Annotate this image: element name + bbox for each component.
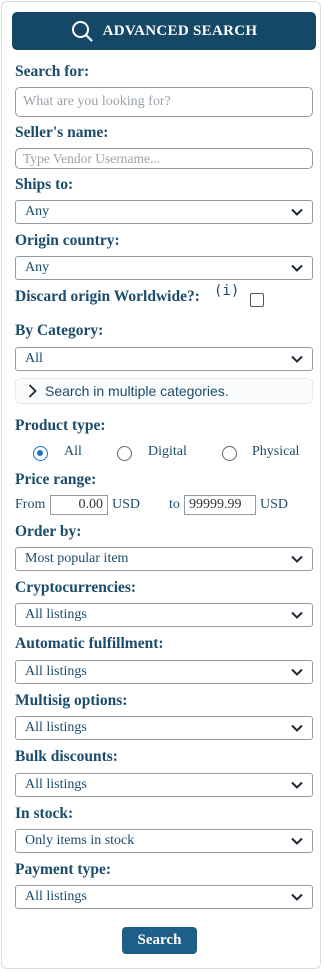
discard-origin-label: Discard origin Worldwide?: <box>15 288 200 305</box>
chevron-down-icon <box>291 355 303 363</box>
product-type-digital-radio[interactable] <box>117 446 132 461</box>
chevron-down-icon <box>291 724 303 732</box>
product-type-label: Product type: <box>15 417 106 434</box>
discard-origin-checkbox[interactable] <box>250 293 264 307</box>
price-to-label: to <box>169 497 180 512</box>
category-select[interactable]: All <box>15 347 313 371</box>
chevron-right-icon <box>28 384 37 398</box>
bulk-discounts-value: All listings <box>25 777 87 792</box>
search-for-input[interactable] <box>15 87 313 117</box>
advanced-search-panel: ADVANCED SEARCH Search for: Seller's nam… <box>1 1 321 969</box>
payment-type-value: All listings <box>25 889 87 904</box>
info-icon[interactable]: (i) <box>214 283 239 299</box>
cryptocurrencies-select[interactable]: All listings <box>15 603 313 627</box>
product-type-physical-radio[interactable] <box>222 446 237 461</box>
chevron-down-icon <box>291 668 303 676</box>
advanced-search-header: ADVANCED SEARCH <box>12 12 316 50</box>
bulk-discounts-select[interactable]: All listings <box>15 773 313 797</box>
category-value: All <box>25 351 43 366</box>
header-title: ADVANCED SEARCH <box>102 22 258 39</box>
chevron-down-icon <box>291 611 303 619</box>
price-to-input[interactable] <box>184 495 256 515</box>
chevron-down-icon <box>291 264 303 272</box>
ships-to-value: Any <box>25 204 50 219</box>
in-stock-value: Only items in stock <box>25 833 135 848</box>
price-from-label: From <box>15 497 46 512</box>
origin-country-select[interactable]: Any <box>15 256 313 280</box>
product-type-physical-label: Physical <box>252 444 300 459</box>
multiple-categories-toggle[interactable]: Search in multiple categories. <box>15 378 313 404</box>
seller-name-label: Seller's name: <box>15 124 109 141</box>
search-for-label: Search for: <box>15 63 90 80</box>
chevron-down-icon <box>291 781 303 789</box>
category-label: By Category: <box>15 322 104 339</box>
payment-type-select[interactable]: All listings <box>15 885 313 909</box>
ships-to-label: Ships to: <box>15 176 74 193</box>
chevron-down-icon <box>291 837 303 845</box>
bulk-discounts-label: Bulk discounts: <box>15 748 118 765</box>
origin-country-label: Origin country: <box>15 232 120 249</box>
search-icon <box>71 21 93 42</box>
origin-country-value: Any <box>25 260 50 275</box>
auto-fulfillment-select[interactable]: All listings <box>15 660 313 684</box>
chevron-down-icon <box>291 208 303 216</box>
multisig-label: Multisig options: <box>15 692 128 709</box>
cryptocurrencies-value: All listings <box>25 607 87 622</box>
multisig-select[interactable]: All listings <box>15 716 313 740</box>
price-from-input[interactable] <box>50 495 108 515</box>
price-from-currency: USD <box>112 497 141 512</box>
auto-fulfillment-label: Automatic fulfillment: <box>15 635 164 652</box>
search-button[interactable]: Search <box>122 927 197 954</box>
seller-name-input[interactable] <box>15 148 313 169</box>
in-stock-select[interactable]: Only items in stock <box>15 829 313 853</box>
chevron-down-icon <box>291 555 303 563</box>
multiple-categories-label: Search in multiple categories. <box>45 383 229 399</box>
order-by-label: Order by: <box>15 523 82 540</box>
multisig-value: All listings <box>25 720 87 735</box>
chevron-down-icon <box>291 893 303 901</box>
payment-type-label: Payment type: <box>15 861 111 878</box>
product-type-all-radio[interactable] <box>33 446 48 461</box>
price-range-label: Price range: <box>15 471 97 488</box>
auto-fulfillment-value: All listings <box>25 664 87 679</box>
price-to-currency: USD <box>260 497 289 512</box>
product-type-all-label: All <box>64 444 82 459</box>
order-by-select[interactable]: Most popular item <box>15 547 313 571</box>
ships-to-select[interactable]: Any <box>15 200 313 224</box>
in-stock-label: In stock: <box>15 805 74 822</box>
order-by-value: Most popular item <box>25 551 129 566</box>
cryptocurrencies-label: Cryptocurrencies: <box>15 579 137 596</box>
product-type-digital-label: Digital <box>148 444 187 459</box>
